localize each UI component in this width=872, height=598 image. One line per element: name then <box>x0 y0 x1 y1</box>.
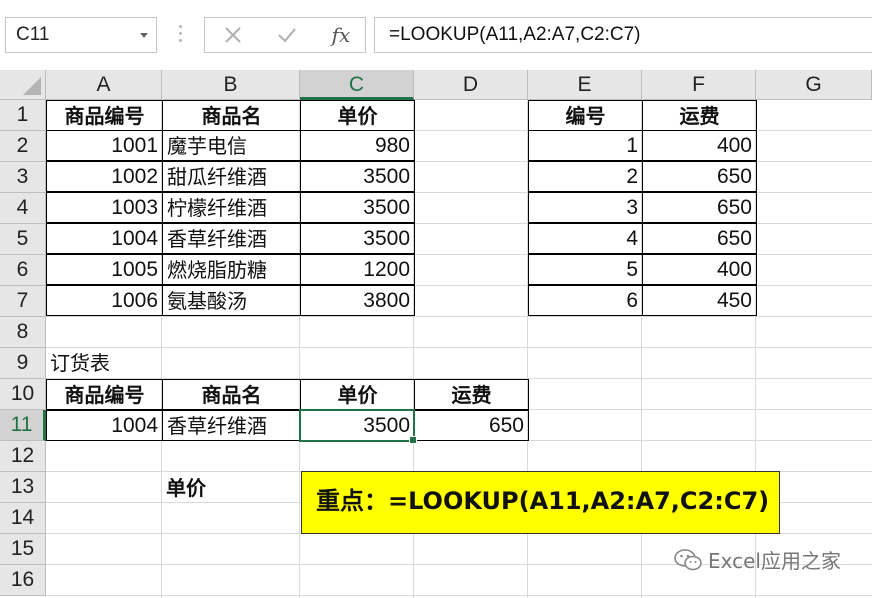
column-header-e[interactable]: E <box>528 70 642 100</box>
name-box-value: C11 <box>16 24 50 45</box>
cell-c1[interactable]: 单价 <box>300 100 415 131</box>
column-header-d[interactable]: D <box>414 70 528 100</box>
cell-f6[interactable]: 400 <box>642 254 757 285</box>
cell-a2[interactable]: 1001 <box>46 130 163 161</box>
watermark-text: Excel应用之家 <box>708 549 841 573</box>
row-header-2[interactable]: 2 <box>0 131 46 162</box>
select-all-button[interactable] <box>0 70 46 100</box>
cell-e7[interactable]: 6 <box>528 285 643 316</box>
row-header-14[interactable]: 14 <box>0 503 46 534</box>
row-header-9[interactable]: 9 <box>0 348 46 379</box>
cell-f1[interactable]: 运费 <box>642 100 757 131</box>
callout-box: 重点：=LOOKUP(A11,A2:A7,C2:C7) <box>301 471 780 534</box>
cell-c10[interactable]: 单价 <box>300 379 415 410</box>
cell-f3[interactable]: 650 <box>642 161 757 192</box>
cell-b2[interactable]: 魔芋电信 <box>162 130 301 161</box>
column-header-a[interactable]: A <box>46 70 162 100</box>
cell-d11[interactable]: 650 <box>414 410 529 441</box>
close-icon[interactable] <box>213 20 253 50</box>
callout-text: 重点：=LOOKUP(A11,A2:A7,C2:C7) <box>316 487 770 515</box>
fill-handle[interactable] <box>409 436 417 444</box>
row-header-8[interactable]: 8 <box>0 317 46 348</box>
cell-b6[interactable]: 燃烧脂肪糖 <box>162 254 301 285</box>
cell-f4[interactable]: 650 <box>642 192 757 223</box>
check-icon[interactable] <box>267 20 307 50</box>
cell-b7[interactable]: 氨基酸汤 <box>162 285 301 316</box>
row-header-3[interactable]: 3 <box>0 162 46 193</box>
cell-b10[interactable]: 商品名 <box>162 379 301 410</box>
cell-c6[interactable]: 1200 <box>300 254 415 285</box>
row-header-13[interactable]: 13 <box>0 472 46 503</box>
formula-toolbar: C11 fx =LOOKUP(A11,A2:A7,C2:C7) <box>0 0 872 71</box>
row-header-5[interactable]: 5 <box>0 224 46 255</box>
cell-f5[interactable]: 650 <box>642 223 757 254</box>
cell-c5[interactable]: 3500 <box>300 223 415 254</box>
cell-a7[interactable]: 1006 <box>46 285 163 316</box>
row-header-10[interactable]: 10 <box>0 379 46 410</box>
cell-c4[interactable]: 3500 <box>300 192 415 223</box>
cell-e5[interactable]: 4 <box>528 223 643 254</box>
row-header-4[interactable]: 4 <box>0 193 46 224</box>
column-header-f[interactable]: F <box>642 70 756 100</box>
fx-label: fx <box>331 23 351 47</box>
cell-a4[interactable]: 1003 <box>46 192 163 223</box>
cell-a9[interactable]: 订货表 <box>46 348 162 379</box>
cell-c3[interactable]: 3500 <box>300 161 415 192</box>
cell-e4[interactable]: 3 <box>528 192 643 223</box>
cell-a1[interactable]: 商品编号 <box>46 100 163 131</box>
row-header-1[interactable]: 1 <box>0 100 46 131</box>
cell-b1[interactable]: 商品名 <box>162 100 301 131</box>
name-box[interactable]: C11 <box>5 17 157 53</box>
cell-d10[interactable]: 运费 <box>414 379 529 410</box>
row-header-16[interactable]: 16 <box>0 565 46 596</box>
active-cell-border <box>299 409 415 442</box>
cell-a11[interactable]: 1004 <box>46 410 163 441</box>
cell-b4[interactable]: 柠檬纤维酒 <box>162 192 301 223</box>
cell-e3[interactable]: 2 <box>528 161 643 192</box>
row-header-15[interactable]: 15 <box>0 534 46 565</box>
column-header-c[interactable]: C <box>300 70 414 100</box>
chevron-down-icon[interactable] <box>140 33 148 38</box>
grip-icon[interactable] <box>179 25 182 45</box>
row-header-6[interactable]: 6 <box>0 255 46 286</box>
cell-e1[interactable]: 编号 <box>528 100 643 131</box>
cell-a6[interactable]: 1005 <box>46 254 163 285</box>
cell-c2[interactable]: 980 <box>300 130 415 161</box>
column-header-g[interactable]: G <box>756 70 872 100</box>
wechat-icon <box>674 548 702 570</box>
cell-e2[interactable]: 1 <box>528 130 643 161</box>
cell-e6[interactable]: 5 <box>528 254 643 285</box>
row-header-11[interactable]: 11 <box>0 410 46 441</box>
cell-b11[interactable]: 香草纤维酒 <box>162 410 301 441</box>
formula-buttons: fx <box>204 17 366 53</box>
cell-c7[interactable]: 3800 <box>300 285 415 316</box>
cell-a5[interactable]: 1004 <box>46 223 163 254</box>
column-header-b[interactable]: B <box>162 70 300 100</box>
watermark: Excel应用之家 <box>674 545 841 574</box>
formula-input[interactable]: =LOOKUP(A11,A2:A7,C2:C7) <box>374 17 872 53</box>
cell-b3[interactable]: 甜瓜纤维酒 <box>162 161 301 192</box>
row-header-7[interactable]: 7 <box>0 286 46 317</box>
insert-function-button[interactable]: fx <box>321 20 361 50</box>
row-header-12[interactable]: 12 <box>0 441 46 472</box>
cell-f7[interactable]: 450 <box>642 285 757 316</box>
cell-f2[interactable]: 400 <box>642 130 757 161</box>
cell-a10[interactable]: 商品编号 <box>46 379 163 410</box>
cell-b5[interactable]: 香草纤维酒 <box>162 223 301 254</box>
formula-text: =LOOKUP(A11,A2:A7,C2:C7) <box>389 24 641 45</box>
cell-a3[interactable]: 1002 <box>46 161 163 192</box>
cell-b13[interactable]: 单价 <box>166 472 206 501</box>
